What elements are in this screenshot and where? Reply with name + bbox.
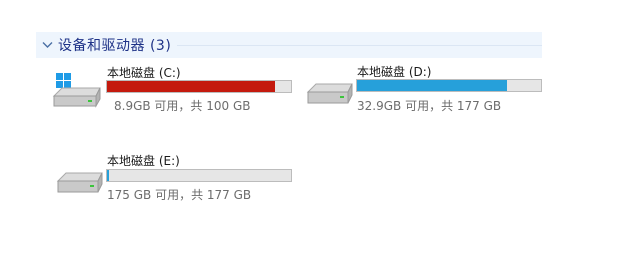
usage-bar-fill: [107, 170, 110, 181]
group-divider: [177, 44, 542, 46]
usage-bar: [106, 80, 292, 93]
usage-bar: [106, 169, 292, 182]
usage-bar: [356, 79, 542, 92]
group-title: 设备和驱动器 (3): [58, 38, 172, 54]
hard-drive-icon: [306, 82, 354, 112]
hard-drive-icon: [56, 171, 104, 201]
drive-name: 本地磁盘 (C:): [107, 66, 181, 80]
chevron-down-icon[interactable]: [36, 41, 58, 49]
usage-bar-fill: [357, 80, 507, 91]
usage-bar-fill: [107, 81, 275, 92]
drive-free-space: 8.9GB 可用，共 100 GB: [114, 99, 251, 113]
drive-free-space: 175 GB 可用，共 177 GB: [107, 188, 252, 202]
drive-name: 本地磁盘 (D:): [357, 65, 432, 79]
windows-drive-icon: [52, 72, 102, 114]
drive-name: 本地磁盘 (E:): [107, 154, 180, 168]
devices-group-header[interactable]: 设备和驱动器 (3): [36, 32, 542, 58]
drive-free-space: 32.9GB 可用，共 177 GB: [357, 99, 502, 113]
